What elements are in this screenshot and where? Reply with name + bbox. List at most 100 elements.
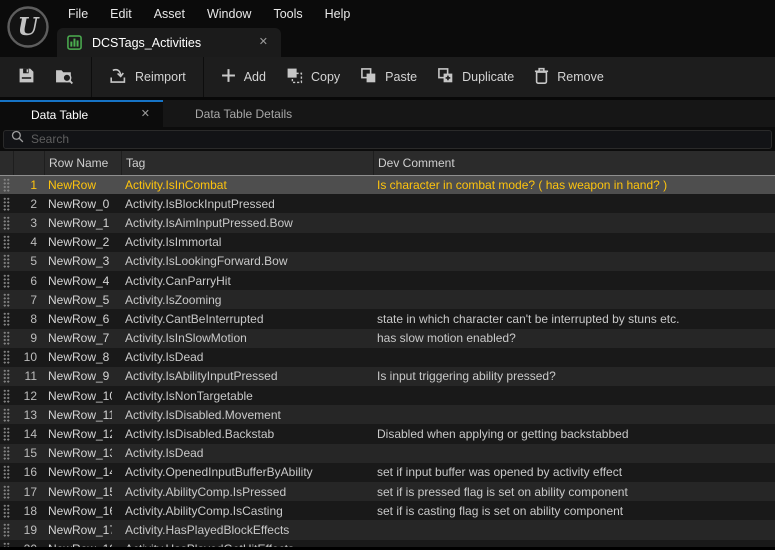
table-row[interactable]: 7 NewRow_5 Activity.IsZooming [0, 290, 775, 309]
row-tag-cell: Activity.IsDisabled.Movement [121, 408, 373, 422]
search-icon [11, 130, 24, 148]
row-number: 19 [13, 523, 44, 537]
menu-file[interactable]: File [57, 0, 99, 28]
unreal-engine-logo-icon: U [6, 5, 50, 49]
row-name-cell: NewRow_17 [44, 523, 121, 537]
row-name-cell: NewRow_16 [44, 504, 121, 518]
asset-tab-close-icon[interactable]: ✕ [254, 28, 273, 57]
menu-edit[interactable]: Edit [99, 0, 143, 28]
row-drag-handle-icon[interactable] [0, 290, 13, 309]
row-drag-handle-icon[interactable] [0, 424, 13, 443]
row-drag-handle-icon[interactable] [0, 463, 13, 482]
duplicate-button[interactable]: Duplicate [427, 57, 524, 97]
row-drag-handle-icon[interactable] [0, 348, 13, 367]
table-row[interactable]: 8 NewRow_6 Activity.CantBeInterrupted st… [0, 309, 775, 328]
table-row[interactable]: 12 NewRow_10 Activity.IsNonTargetable [0, 386, 775, 405]
table-row[interactable]: 9 NewRow_7 Activity.IsInSlowMotion has s… [0, 329, 775, 348]
table-row[interactable]: 5 NewRow_3 Activity.IsLookingForward.Bow [0, 252, 775, 271]
table-row[interactable]: 10 NewRow_8 Activity.IsDead [0, 348, 775, 367]
toolbar: Reimport Add Copy [0, 57, 775, 97]
search-box[interactable] [3, 130, 772, 149]
row-name-cell: NewRow_7 [44, 331, 121, 345]
row-drag-handle-icon[interactable] [0, 540, 13, 547]
row-drag-handle-icon[interactable] [0, 520, 13, 539]
tab-data-table-details[interactable]: Data Table Details [179, 100, 308, 127]
row-tag-cell: Activity.IsBlockInputPressed [121, 197, 373, 211]
table-row[interactable]: 20 NewRow_18 Activity.HasPlayedGetHitEff… [0, 540, 775, 547]
row-number: 16 [13, 465, 44, 479]
table-row[interactable]: 15 NewRow_13 Activity.IsDead [0, 444, 775, 463]
table-header: Row Name Tag Dev Comment [0, 151, 775, 175]
remove-label: Remove [557, 70, 604, 84]
duplicate-icon [437, 67, 454, 87]
row-name-cell: NewRow_13 [44, 446, 121, 460]
menu-window[interactable]: Window [196, 0, 262, 28]
row-name-cell: NewRow_14 [44, 465, 121, 479]
row-drag-handle-icon[interactable] [0, 194, 13, 213]
row-drag-handle-icon[interactable] [0, 482, 13, 501]
reimport-label: Reimport [135, 70, 186, 84]
search-input[interactable] [31, 132, 764, 146]
row-drag-handle-icon[interactable] [0, 329, 13, 348]
row-name-cell: NewRow_10 [44, 389, 121, 403]
row-drag-handle-icon[interactable] [0, 175, 13, 194]
search-row [0, 127, 775, 151]
row-drag-handle-icon[interactable] [0, 271, 13, 290]
asset-tab-dcstags-activities[interactable]: DCSTags_Activities ✕ [57, 28, 281, 57]
paste-label: Paste [385, 70, 417, 84]
table-row[interactable]: 13 NewRow_11 Activity.IsDisabled.Movemen… [0, 405, 775, 424]
menu-asset[interactable]: Asset [143, 0, 196, 28]
table-row[interactable]: 11 NewRow_9 Activity.IsAbilityInputPress… [0, 367, 775, 386]
remove-button[interactable]: Remove [524, 57, 614, 97]
row-number: 14 [13, 427, 44, 441]
table-row[interactable]: 4 NewRow_2 Activity.IsImmortal [0, 233, 775, 252]
unreal-data-table-editor-window: U File Edit Asset Window Tools Help DCST… [0, 0, 775, 550]
row-drag-handle-icon[interactable] [0, 501, 13, 520]
header-handle-column [0, 151, 13, 175]
menu-help[interactable]: Help [314, 0, 362, 28]
row-drag-handle-icon[interactable] [0, 252, 13, 271]
row-comment-cell: Is character in combat mode? ( has weapo… [373, 178, 775, 192]
row-drag-handle-icon[interactable] [0, 405, 13, 424]
duplicate-label: Duplicate [462, 70, 514, 84]
table-row[interactable]: 18 NewRow_16 Activity.AbilityComp.IsCast… [0, 501, 775, 520]
browse-to-asset-button[interactable] [45, 57, 84, 97]
row-drag-handle-icon[interactable] [0, 367, 13, 386]
add-row-button[interactable]: Add [211, 57, 276, 97]
menu-tools[interactable]: Tools [262, 0, 313, 28]
row-comment-cell: set if is pressed flag is set on ability… [373, 485, 775, 499]
row-tag-cell: Activity.IsZooming [121, 293, 373, 307]
table-row[interactable]: 14 NewRow_12 Activity.IsDisabled.Backsta… [0, 424, 775, 443]
row-number: 10 [13, 350, 44, 364]
toolbar-separator [91, 57, 92, 97]
row-tag-cell: Activity.IsImmortal [121, 235, 373, 249]
table-row[interactable]: 16 NewRow_14 Activity.OpenedInputBufferB… [0, 463, 775, 482]
row-number: 5 [13, 254, 44, 268]
tab-data-table[interactable]: Data Table ✕ [0, 100, 163, 127]
table-row[interactable]: 19 NewRow_17 Activity.HasPlayedBlockEffe… [0, 520, 775, 539]
table-row[interactable]: 17 NewRow_15 Activity.AbilityComp.IsPres… [0, 482, 775, 501]
menu-bar: File Edit Asset Window Tools Help [0, 0, 775, 28]
row-name-cell: NewRow_12 [44, 427, 121, 441]
paste-button[interactable]: Paste [350, 57, 427, 97]
table-row[interactable]: 2 NewRow_0 Activity.IsBlockInputPressed [0, 194, 775, 213]
row-tag-cell: Activity.OpenedInputBufferByAbility [121, 465, 373, 479]
table-row[interactable]: 1 NewRow Activity.IsInCombat Is characte… [0, 175, 775, 194]
table-row[interactable]: 3 NewRow_1 Activity.IsAimInputPressed.Bo… [0, 213, 775, 232]
row-drag-handle-icon[interactable] [0, 233, 13, 252]
row-drag-handle-icon[interactable] [0, 213, 13, 232]
row-drag-handle-icon[interactable] [0, 386, 13, 405]
row-drag-handle-icon[interactable] [0, 309, 13, 328]
data-table-asset-icon [67, 35, 82, 50]
save-button[interactable] [8, 57, 45, 97]
row-number: 15 [13, 446, 44, 460]
row-name-cell: NewRow_4 [44, 274, 121, 288]
row-drag-handle-icon[interactable] [0, 444, 13, 463]
toolbar-separator [203, 57, 204, 97]
reimport-button[interactable]: Reimport [99, 57, 196, 97]
copy-button[interactable]: Copy [276, 57, 350, 97]
row-tag-cell: Activity.HasPlayedBlockEffects [121, 523, 373, 537]
table-row[interactable]: 6 NewRow_4 Activity.CanParryHit [0, 271, 775, 290]
row-name-cell: NewRow_2 [44, 235, 121, 249]
tab-data-table-close-icon[interactable]: ✕ [136, 100, 155, 129]
